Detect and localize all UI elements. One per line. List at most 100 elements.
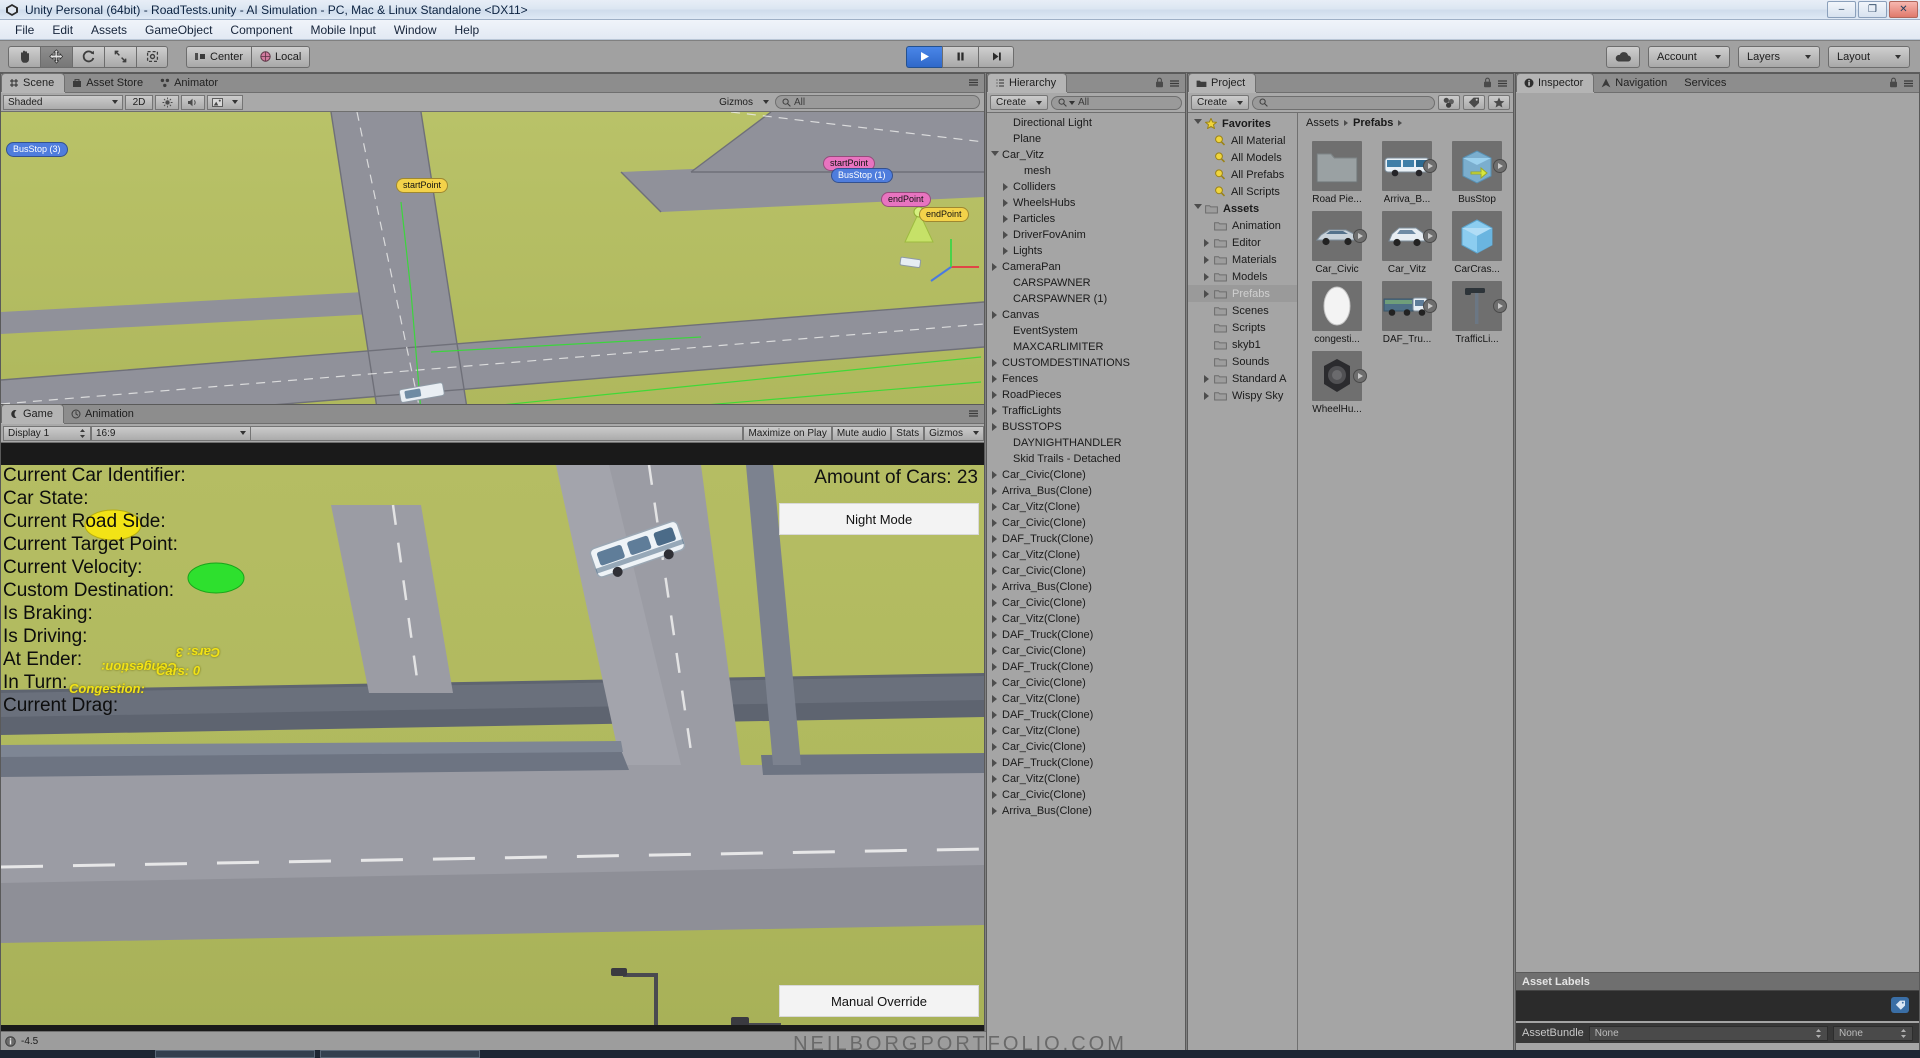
cloud-services-button[interactable] (1606, 45, 1640, 68)
asset-item[interactable]: Car_Civic (1306, 211, 1368, 275)
scene-audio-toggle[interactable] (181, 94, 205, 110)
prefab-badge-icon[interactable] (1423, 229, 1437, 243)
project-tree-item[interactable]: Scenes (1188, 302, 1297, 319)
tab-inspector[interactable]: Inspector (1516, 73, 1595, 92)
prefab-badge-icon[interactable] (1493, 299, 1507, 313)
chevron-right-icon[interactable] (989, 583, 1000, 591)
scene-gizmo-label[interactable]: startPoint (396, 178, 449, 193)
hierarchy-item[interactable]: CUSTOMDESTINATIONS (987, 355, 1185, 371)
scene-gizmo-label[interactable]: endPoint (919, 207, 969, 222)
layout-dropdown[interactable]: Layout (1828, 45, 1910, 68)
hierarchy-item[interactable]: Directional Light (987, 115, 1185, 131)
pause-button[interactable] (942, 45, 978, 68)
hierarchy-item[interactable]: CARSPAWNER (987, 275, 1185, 291)
breadcrumb-item[interactable]: Prefabs (1353, 117, 1393, 129)
prefab-badge-icon[interactable] (1353, 229, 1367, 243)
project-tree-item[interactable]: All Material (1188, 132, 1297, 149)
night-mode-button[interactable]: Night Mode (779, 503, 979, 535)
rect-tool-button[interactable] (136, 45, 168, 68)
hand-tool-button[interactable] (8, 45, 40, 68)
menu-item-file[interactable]: File (6, 21, 43, 39)
maximize-button[interactable]: ❐ (1858, 1, 1887, 18)
hierarchy-item[interactable]: Arriva_Bus(Clone) (987, 579, 1185, 595)
hierarchy-item[interactable]: BUSSTOPS (987, 419, 1185, 435)
scale-tool-button[interactable] (104, 45, 136, 68)
prefab-badge-icon[interactable] (1423, 159, 1437, 173)
chevron-right-icon[interactable] (989, 263, 1000, 271)
hierarchy-item[interactable]: MAXCARLIMITER (987, 339, 1185, 355)
chevron-right-icon[interactable] (1000, 231, 1011, 239)
tab-navigation[interactable]: Navigation (1594, 73, 1677, 92)
hierarchy-item[interactable]: DAF_Truck(Clone) (987, 707, 1185, 723)
project-folder-tree[interactable]: Favorites All Material All Models All Prefa… (1188, 113, 1298, 1058)
scene-panel-menu[interactable] (967, 77, 980, 87)
game-viewport[interactable]: Congestion: Cars: 3 Congestion: Cars: 0 Cur… (1, 443, 984, 1043)
draw-mode-dropdown[interactable]: Shaded (3, 94, 123, 110)
scene-gizmo-label[interactable]: BusStop (3) (6, 142, 68, 157)
project-tree-item[interactable]: Favorites (1188, 115, 1297, 132)
hierarchy-item[interactable]: DAF_Truck(Clone) (987, 755, 1185, 771)
hierarchy-panel-controls[interactable] (1155, 77, 1181, 88)
chevron-right-icon[interactable] (1000, 215, 1011, 223)
project-tree-item[interactable]: skyb1 (1188, 336, 1297, 353)
chevron-right-icon[interactable] (989, 519, 1000, 527)
chevron-right-icon[interactable] (1201, 391, 1212, 400)
chevron-right-icon[interactable] (989, 487, 1000, 495)
game-panel-menu[interactable] (967, 408, 980, 418)
game-gizmos-dropdown[interactable]: Gizmos (924, 425, 984, 441)
hierarchy-item[interactable]: DAF_Truck(Clone) (987, 627, 1185, 643)
hierarchy-item[interactable]: TrafficLights (987, 403, 1185, 419)
chevron-right-icon[interactable] (989, 311, 1000, 319)
project-tree-item[interactable]: Scripts (1188, 319, 1297, 336)
taskbar-item[interactable] (155, 1050, 315, 1058)
space-mode-button[interactable]: Local (251, 45, 311, 68)
project-create-button[interactable]: Create (1191, 95, 1250, 110)
chevron-right-icon[interactable] (989, 647, 1000, 655)
favorite-button[interactable] (1488, 95, 1510, 110)
chevron-right-icon[interactable] (1201, 255, 1212, 264)
hierarchy-item[interactable]: EventSystem (987, 323, 1185, 339)
project-tree-item[interactable]: Editor (1188, 234, 1297, 251)
tab-services[interactable]: Services (1677, 73, 1736, 92)
chevron-right-icon[interactable] (989, 535, 1000, 543)
hierarchy-create-button[interactable]: Create (990, 95, 1049, 110)
scene-lighting-toggle[interactable] (155, 94, 179, 110)
hierarchy-item[interactable]: RoadPieces (987, 387, 1185, 403)
project-panel-controls[interactable] (1483, 77, 1509, 88)
chevron-right-icon[interactable] (1000, 247, 1011, 255)
chevron-right-icon[interactable] (1000, 199, 1011, 207)
project-tree-item[interactable]: Materials (1188, 251, 1297, 268)
search-by-label-button[interactable] (1463, 95, 1485, 110)
tab-project[interactable]: Project (1188, 73, 1257, 92)
chevron-right-icon[interactable] (989, 471, 1000, 479)
hierarchy-item[interactable]: Car_Civic(Clone) (987, 675, 1185, 691)
hierarchy-item[interactable]: CARSPAWNER (1) (987, 291, 1185, 307)
chevron-right-icon[interactable] (989, 791, 1000, 799)
hierarchy-item[interactable]: Arriva_Bus(Clone) (987, 483, 1185, 499)
chevron-right-icon[interactable] (1201, 374, 1212, 383)
stats-toggle[interactable]: Stats (891, 425, 925, 441)
chevron-right-icon[interactable] (1000, 183, 1011, 191)
hierarchy-item[interactable]: Car_Civic(Clone) (987, 563, 1185, 579)
hierarchy-item[interactable]: Lights (987, 243, 1185, 259)
tab-asset-store[interactable]: Asset Store (65, 73, 153, 92)
hierarchy-item[interactable]: Particles (987, 211, 1185, 227)
toggle-2d-button[interactable]: 2D (125, 94, 153, 110)
project-tree-item[interactable]: Models (1188, 268, 1297, 285)
hierarchy-search-input[interactable]: All (1051, 95, 1182, 110)
prefab-badge-icon[interactable] (1423, 299, 1437, 313)
hierarchy-item[interactable]: Car_Vitz(Clone) (987, 723, 1185, 739)
asset-item[interactable]: Car_Vitz (1376, 211, 1438, 275)
manual-override-button[interactable]: Manual Override (779, 985, 979, 1017)
chevron-right-icon[interactable] (989, 391, 1000, 399)
menu-item-mobile-input[interactable]: Mobile Input (301, 21, 384, 39)
hierarchy-item[interactable]: Car_Vitz(Clone) (987, 611, 1185, 627)
hierarchy-item[interactable]: Car_Vitz(Clone) (987, 691, 1185, 707)
breadcrumb-item[interactable]: Assets (1306, 117, 1339, 129)
scene-search-input[interactable]: All (775, 95, 980, 109)
menu-item-window[interactable]: Window (385, 21, 446, 39)
hierarchy-item[interactable]: Car_Civic(Clone) (987, 787, 1185, 803)
chevron-right-icon[interactable] (989, 503, 1000, 511)
account-dropdown[interactable]: Account (1648, 45, 1730, 68)
project-tree-item[interactable]: Wispy Sky (1188, 387, 1297, 404)
